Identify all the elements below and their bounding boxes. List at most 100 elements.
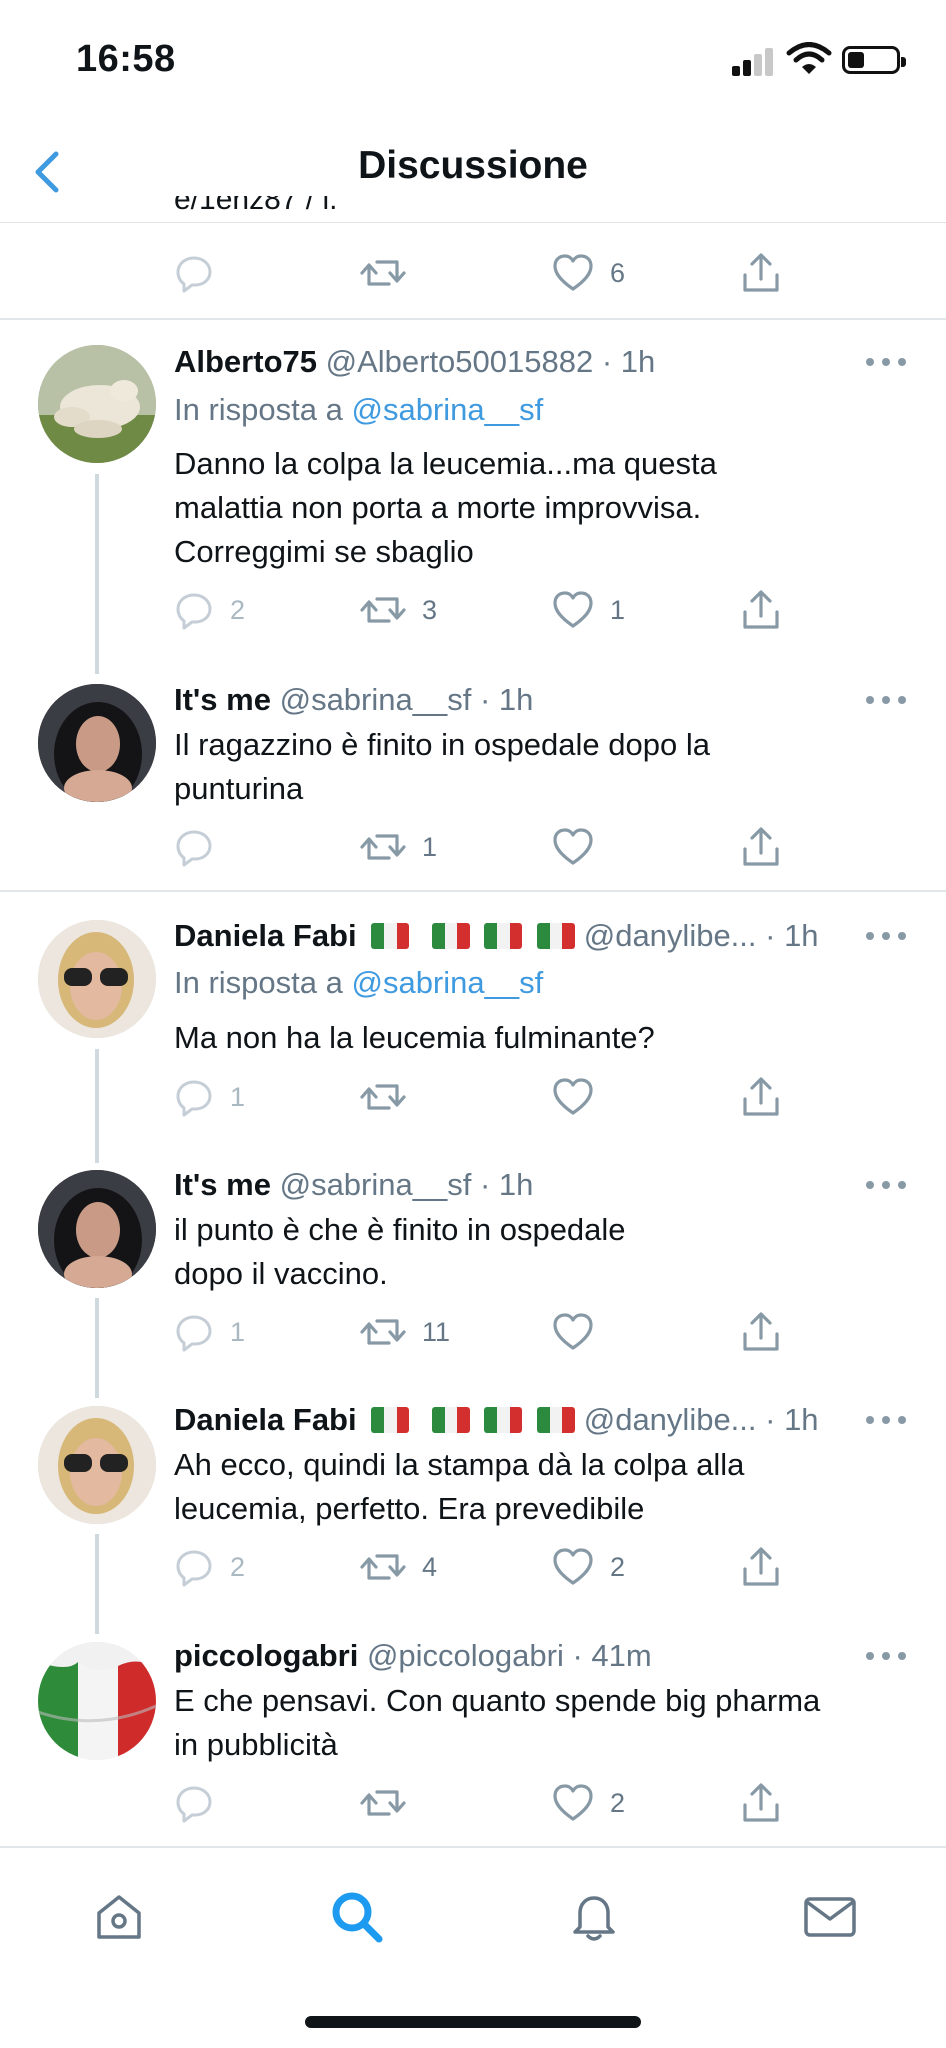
retweet-button[interactable] — [360, 1777, 422, 1829]
avatar[interactable] — [38, 684, 156, 802]
italy-flag-icon — [484, 1407, 523, 1433]
reply-button[interactable]: 2 — [174, 584, 245, 636]
italy-flag-icon — [537, 923, 576, 949]
italy-flag-icon — [371, 1407, 410, 1433]
share-icon — [743, 1077, 779, 1116]
avatar[interactable] — [38, 920, 156, 1038]
share-button[interactable] — [740, 1777, 782, 1829]
avatar[interactable] — [38, 1642, 156, 1760]
reply-button[interactable] — [174, 821, 230, 873]
retweet-button[interactable]: 1 — [360, 821, 437, 873]
share-button[interactable] — [740, 1541, 782, 1593]
tweet-actions: 1 11 — [174, 1306, 794, 1358]
italy-flag-icon — [371, 923, 410, 949]
retweet-button[interactable] — [360, 247, 406, 299]
like-button[interactable]: 6 — [552, 247, 625, 299]
retweet-button[interactable]: 4 — [360, 1541, 437, 1593]
display-name[interactable]: It's me — [174, 682, 271, 717]
share-button[interactable] — [740, 247, 782, 299]
italy-flag-icon — [484, 923, 523, 949]
tweet-actions: 1 — [174, 1071, 794, 1123]
handle: @danylibe... · 1h — [583, 918, 819, 953]
display-name[interactable]: Alberto75 — [174, 344, 317, 379]
tab-search[interactable] — [322, 1882, 392, 1952]
avatar[interactable] — [38, 1406, 156, 1524]
display-name[interactable]: Daniela Fabi — [174, 1402, 357, 1437]
like-button[interactable] — [552, 1306, 610, 1358]
reply-icon — [176, 1080, 212, 1117]
heart-icon — [553, 254, 593, 291]
more-options-button[interactable] — [866, 1410, 906, 1430]
retweet-count: 3 — [422, 594, 438, 625]
more-options-button[interactable] — [866, 1646, 906, 1666]
retweet-count: 11 — [422, 1316, 451, 1347]
handle: @piccologabri · 41m — [366, 1638, 652, 1673]
status-bar: 16:58 — [0, 0, 946, 120]
avatar[interactable] — [38, 345, 156, 463]
tab-home[interactable] — [84, 1882, 154, 1952]
thread-line — [95, 1534, 99, 1634]
separator — [0, 318, 946, 320]
like-button[interactable]: 1 — [552, 584, 625, 636]
retweet-icon — [360, 260, 406, 286]
mention-link[interactable]: @sabrina__sf — [351, 965, 543, 1000]
reply-count: 1 — [230, 1081, 246, 1112]
tab-messages[interactable] — [795, 1882, 865, 1952]
reply-icon — [176, 830, 212, 867]
reply-icon — [176, 1550, 212, 1587]
home-indicator[interactable] — [305, 2016, 641, 2028]
avatar[interactable] — [38, 1170, 156, 1288]
status-time: 16:58 — [76, 38, 176, 80]
share-button[interactable] — [740, 821, 782, 873]
retweet-button[interactable]: 11 — [360, 1306, 450, 1358]
tweet-text: Ah ecco, quindi la stampa dà la colpa al… — [174, 1447, 745, 1526]
tweet-text: E che pensavi. Con quanto spende big pha… — [174, 1683, 821, 1762]
more-options-button[interactable] — [866, 926, 906, 946]
retweet-icon — [360, 597, 406, 623]
signal-icon — [732, 44, 776, 76]
tab-bar — [0, 1846, 946, 2048]
handle: @Alberto50015882 · 1h — [325, 344, 656, 379]
reply-count: 1 — [230, 1316, 246, 1347]
like-button[interactable] — [552, 821, 610, 873]
retweet-count: 1 — [422, 831, 438, 862]
heart-icon — [553, 1548, 593, 1585]
mention-link[interactable]: @sabrina__sf — [351, 392, 543, 427]
more-options-button[interactable] — [866, 690, 906, 710]
share-icon — [743, 827, 779, 866]
reply-icon — [176, 256, 212, 293]
tweet-header: Alberto75 @Alberto50015882 · 1h — [174, 342, 655, 382]
share-button[interactable] — [740, 1306, 782, 1358]
retweet-icon — [360, 1790, 406, 1816]
reply-button[interactable]: 1 — [174, 1071, 245, 1123]
reply-button[interactable]: 1 — [174, 1306, 245, 1358]
retweet-button[interactable] — [360, 1071, 422, 1123]
display-name[interactable]: It's me — [174, 1167, 271, 1202]
like-button[interactable]: 2 — [552, 1541, 625, 1593]
reply-button[interactable]: 2 — [174, 1541, 245, 1593]
reply-count: 2 — [230, 1551, 246, 1582]
tweet-actions: 2 3 1 — [174, 584, 794, 636]
retweet-button[interactable]: 3 — [360, 584, 437, 636]
battery-icon — [842, 46, 906, 74]
display-name[interactable]: Daniela Fabi — [174, 918, 357, 953]
bell-icon — [573, 1896, 615, 1941]
reply-context: In risposta a @sabrina__sf — [174, 965, 544, 1000]
reply-icon — [176, 1315, 212, 1352]
display-name[interactable]: piccologabri — [174, 1638, 358, 1673]
reply-button[interactable] — [174, 1777, 230, 1829]
tab-notifications[interactable] — [559, 1882, 629, 1952]
more-options-button[interactable] — [866, 352, 906, 372]
retweet-icon — [360, 834, 406, 860]
more-options-button[interactable] — [866, 1175, 906, 1195]
like-count: 2 — [610, 1551, 626, 1582]
share-button[interactable] — [740, 584, 782, 636]
tweet-header: It's me @sabrina__sf · 1h — [174, 1165, 533, 1205]
share-button[interactable] — [740, 1071, 782, 1123]
share-icon — [743, 253, 779, 292]
thread-line — [95, 1049, 99, 1163]
tweet-text: Danno la colpa la leucemia...ma questa ma… — [174, 446, 717, 569]
reply-button[interactable] — [174, 247, 214, 299]
like-button[interactable] — [552, 1071, 610, 1123]
like-button[interactable]: 2 — [552, 1777, 625, 1829]
